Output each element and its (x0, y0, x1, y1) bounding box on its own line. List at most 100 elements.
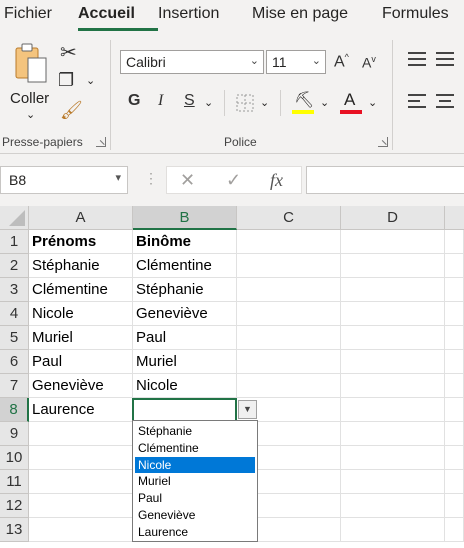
dropdown-item[interactable]: Stéphanie (135, 423, 255, 440)
cell-a3[interactable]: Clémentine (29, 278, 133, 302)
cut-icon[interactable]: ✂ (60, 40, 77, 65)
align-top-icon[interactable] (408, 52, 426, 66)
cell-e3[interactable] (445, 278, 464, 302)
cell-e1[interactable] (445, 230, 464, 254)
cell-a2[interactable]: Stéphanie (29, 254, 133, 278)
tab-formules[interactable]: Formules (382, 5, 449, 23)
copy-chevron-icon[interactable]: ⌄ (86, 74, 95, 87)
cell-d6[interactable] (341, 350, 445, 374)
clipboard-launcher-icon[interactable] (96, 137, 106, 147)
cell-b3[interactable]: Stéphanie (133, 278, 237, 302)
cell-c3[interactable] (237, 278, 341, 302)
row-header-7[interactable]: 7 (0, 374, 29, 398)
row-header-13[interactable]: 13 (0, 518, 29, 542)
font-size-select[interactable]: 11 ⌄ (266, 50, 326, 74)
font-launcher-icon[interactable] (378, 137, 388, 147)
row-header-9[interactable]: 9 (0, 422, 29, 446)
row-header-2[interactable]: 2 (0, 254, 29, 278)
cell-b7[interactable]: Nicole (133, 374, 237, 398)
cell-c1[interactable] (237, 230, 341, 254)
cell-e10[interactable] (445, 446, 464, 470)
borders-icon[interactable] (236, 94, 254, 112)
tab-mise-en-page[interactable]: Mise en page (252, 5, 348, 23)
cell-a10[interactable] (29, 446, 133, 470)
row-header-4[interactable]: 4 (0, 302, 29, 326)
align-middle-icon[interactable] (436, 52, 454, 66)
cell-b2[interactable]: Clémentine (133, 254, 237, 278)
row-header-1[interactable]: 1 (0, 230, 29, 254)
name-box[interactable]: B8 ▾ (0, 166, 128, 194)
cell-e13[interactable] (445, 518, 464, 542)
cell-e5[interactable] (445, 326, 464, 350)
highlight-chevron-icon[interactable]: ⌄ (320, 96, 329, 109)
select-all-corner[interactable] (0, 206, 29, 230)
cell-d3[interactable] (341, 278, 445, 302)
cell-d11[interactable] (341, 470, 445, 494)
cell-a6[interactable]: Paul (29, 350, 133, 374)
cell-d7[interactable] (341, 374, 445, 398)
cell-e12[interactable] (445, 494, 464, 518)
cell-b5[interactable]: Paul (133, 326, 237, 350)
underline-button[interactable]: S (184, 92, 195, 110)
cell-b4[interactable]: Geneviève (133, 302, 237, 326)
font-color-button[interactable]: A (340, 90, 364, 116)
cell-b1[interactable]: Binôme (133, 230, 237, 254)
cell-a11[interactable] (29, 470, 133, 494)
bold-button[interactable]: G (128, 92, 140, 110)
row-header-6[interactable]: 6 (0, 350, 29, 374)
row-header-11[interactable]: 11 (0, 470, 29, 494)
cell-e2[interactable] (445, 254, 464, 278)
cell-d13[interactable] (341, 518, 445, 542)
align-center-icon[interactable] (436, 94, 454, 108)
column-header-c[interactable]: C (237, 206, 341, 230)
cell-e11[interactable] (445, 470, 464, 494)
tab-insertion[interactable]: Insertion (158, 5, 219, 23)
cell-a5[interactable]: Muriel (29, 326, 133, 350)
cell-a12[interactable] (29, 494, 133, 518)
cell-d4[interactable] (341, 302, 445, 326)
formula-input[interactable] (306, 166, 464, 194)
cell-c4[interactable] (237, 302, 341, 326)
cell-a7[interactable]: Geneviève (29, 374, 133, 398)
cell-a9[interactable] (29, 422, 133, 446)
shrink-font-button[interactable]: Av (362, 54, 376, 71)
tab-fichier[interactable]: Fichier (4, 5, 52, 23)
cell-d1[interactable] (341, 230, 445, 254)
align-left-icon[interactable] (408, 94, 426, 108)
cell-d5[interactable] (341, 326, 445, 350)
cell-a8[interactable]: Laurence (29, 398, 133, 422)
row-header-10[interactable]: 10 (0, 446, 29, 470)
cell-e8[interactable] (445, 398, 464, 422)
dropdown-item[interactable]: Nicole (135, 456, 255, 474)
column-header-e[interactable] (445, 206, 464, 230)
cell-a4[interactable]: Nicole (29, 302, 133, 326)
cell-e9[interactable] (445, 422, 464, 446)
cell-d9[interactable] (341, 422, 445, 446)
paste-button[interactable]: Coller ⌄ (8, 42, 52, 122)
column-header-d[interactable]: D (341, 206, 445, 230)
row-header-3[interactable]: 3 (0, 278, 29, 302)
cell-a1[interactable]: Prénoms (29, 230, 133, 254)
column-header-a[interactable]: A (29, 206, 133, 230)
copy-icon[interactable]: ❐ (58, 70, 74, 91)
insert-function-icon[interactable]: fx (270, 170, 283, 191)
dropdown-item[interactable]: Laurence (135, 524, 255, 541)
underline-chevron-icon[interactable]: ⌄ (204, 96, 213, 109)
cell-d8[interactable] (341, 398, 445, 422)
cell-d10[interactable] (341, 446, 445, 470)
cell-c6[interactable] (237, 350, 341, 374)
cell-e6[interactable] (445, 350, 464, 374)
cell-d12[interactable] (341, 494, 445, 518)
row-header-5[interactable]: 5 (0, 326, 29, 350)
cell-d2[interactable] (341, 254, 445, 278)
enter-entry-icon[interactable]: ✓ (226, 170, 241, 191)
borders-chevron-icon[interactable]: ⌄ (260, 96, 269, 109)
row-header-8[interactable]: 8 (0, 398, 29, 422)
cell-e7[interactable] (445, 374, 464, 398)
cell-a13[interactable] (29, 518, 133, 542)
cell-e4[interactable] (445, 302, 464, 326)
dropdown-item[interactable]: Paul (135, 490, 255, 507)
row-header-12[interactable]: 12 (0, 494, 29, 518)
dropdown-item[interactable]: Muriel (135, 473, 255, 490)
cancel-entry-icon[interactable]: ✕ (180, 170, 195, 191)
